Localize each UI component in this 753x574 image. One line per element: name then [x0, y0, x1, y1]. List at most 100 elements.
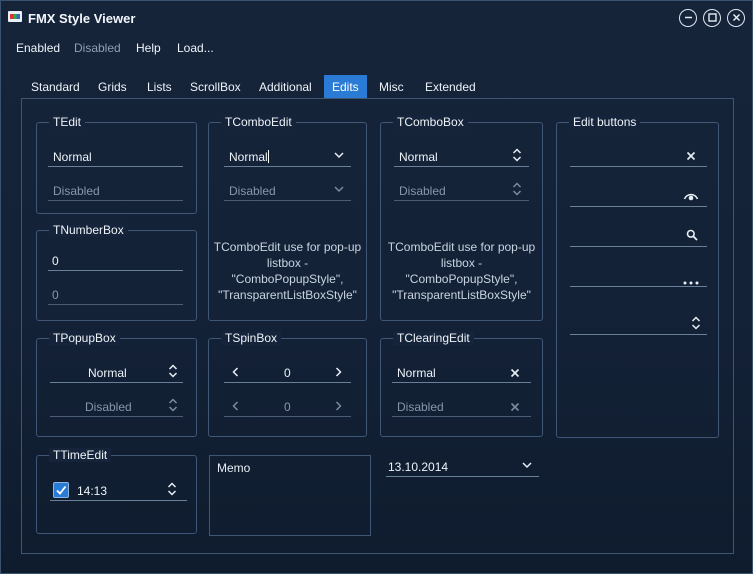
tab-standard[interactable]: Standard — [23, 75, 88, 99]
group-tnumberbox: TNumberBox — [36, 223, 197, 321]
checkmark-icon — [56, 485, 67, 495]
text-cursor — [267, 150, 269, 163]
tpopupbox-normal[interactable]: Normal — [50, 361, 183, 383]
chevron-right-icon[interactable] — [335, 366, 342, 380]
edit-with-clear-button[interactable] — [570, 145, 707, 167]
up-down-icon — [168, 398, 178, 412]
tspinbox-disabled-input: 0 — [224, 395, 351, 417]
tnumberbox-disabled-input: 0 — [48, 283, 183, 305]
note-line: listbox - — [440, 256, 483, 270]
tnumberbox-input[interactable]: 0 — [48, 249, 183, 271]
chevron-down-icon[interactable] — [334, 151, 344, 159]
tcombobox-disabled-select: Disabled — [394, 179, 529, 201]
tcombobox-normal-select[interactable]: Normal — [394, 145, 529, 167]
up-down-icon[interactable] — [691, 316, 701, 330]
tclearingedit-disabled-input: Disabled — [392, 395, 531, 417]
tpopupbox-normal-value: Normal — [88, 366, 127, 380]
tcomboedit-note: TComboEdit use for pop-up listbox - "Com… — [208, 239, 367, 303]
edit-with-spin-button[interactable] — [570, 313, 707, 335]
ttimeedit-checkbox[interactable] — [53, 482, 69, 498]
tnumberbox-value: 0 — [52, 254, 59, 268]
tab-scrollbox[interactable]: ScrollBox — [182, 75, 249, 99]
tclearingedit-normal-value: Normal — [397, 366, 436, 380]
maximize-icon — [707, 13, 717, 22]
minimize-icon — [684, 16, 692, 19]
tspinbox-value: 0 — [284, 366, 291, 380]
chevron-left-icon[interactable] — [232, 366, 239, 380]
group-tspinbox: TSpinBox — [208, 331, 367, 437]
up-down-icon[interactable] — [167, 482, 177, 496]
menu-disabled: Disabled — [74, 41, 121, 55]
search-icon[interactable] — [686, 229, 698, 244]
tspinbox-input[interactable]: 0 — [224, 361, 351, 383]
menu-enabled[interactable]: Enabled — [16, 41, 60, 55]
tcombobox-normal-value: Normal — [399, 150, 438, 164]
menu-help[interactable]: Help — [136, 41, 161, 55]
edit-with-ellipsis-button[interactable] — [570, 265, 707, 287]
chevron-down-icon[interactable] — [522, 461, 532, 469]
tcombobox-disabled-value: Disabled — [399, 184, 446, 198]
tclearingedit-disabled-value: Disabled — [397, 400, 444, 414]
menu-load[interactable]: Load... — [177, 41, 214, 55]
tpopupbox-disabled: Disabled — [50, 395, 183, 417]
ttimeedit-value: 14:13 — [77, 484, 108, 498]
tab-extended[interactable]: Extended — [417, 75, 484, 99]
memo-text: Memo — [217, 461, 251, 475]
tcomboedit-disabled-value: Disabled — [229, 184, 276, 198]
clear-icon[interactable] — [510, 367, 520, 381]
app-icon — [8, 11, 22, 22]
note-line: "TransparentListBoxStyle" — [392, 288, 531, 302]
maximize-button[interactable] — [703, 9, 721, 27]
memo-textarea[interactable]: Memo — [209, 455, 371, 536]
group-title: TEdit — [49, 115, 86, 129]
date-edit[interactable]: 13.10.2014 — [386, 455, 539, 477]
minimize-button[interactable] — [679, 9, 697, 27]
tedit-normal-input[interactable]: Normal — [48, 145, 183, 167]
chevron-left-icon — [232, 400, 239, 414]
tclearingedit-normal-input[interactable]: Normal — [392, 361, 531, 383]
tspinbox-disabled-value: 0 — [284, 400, 291, 414]
clear-icon[interactable] — [686, 150, 696, 164]
eye-icon[interactable] — [683, 190, 699, 204]
tab-additional[interactable]: Additional — [251, 75, 320, 99]
date-edit-value: 13.10.2014 — [388, 460, 449, 474]
app-window: FMX Style Viewer Enabled Disabled Help L… — [0, 0, 753, 574]
group-tclearingedit: TClearingEdit — [380, 331, 543, 437]
tcomboedit-normal-input[interactable]: Normal — [224, 145, 351, 167]
tcomboedit-normal-value: Normal — [229, 150, 268, 164]
tab-grids[interactable]: Grids — [90, 75, 135, 99]
chevron-down-icon — [334, 185, 344, 193]
tcombobox-note: TComboEdit use for pop-up listbox - "Com… — [380, 239, 543, 303]
tedit-disabled-value: Disabled — [53, 184, 100, 198]
tedit-disabled-input: Disabled — [48, 179, 183, 201]
chevron-right-icon — [335, 400, 342, 414]
tab-edits[interactable]: Edits — [324, 75, 367, 99]
clear-icon — [510, 401, 520, 415]
note-line: "ComboPopupStyle", — [231, 272, 344, 286]
ttimeedit-input[interactable]: 14:13 — [50, 479, 187, 501]
group-title: TNumberBox — [49, 223, 128, 237]
up-down-icon — [168, 364, 178, 378]
edit-with-password-button[interactable] — [570, 185, 707, 207]
tedit-normal-value: Normal — [53, 150, 92, 164]
group-title: TClearingEdit — [393, 331, 474, 345]
close-button[interactable] — [727, 9, 745, 27]
group-title: Edit buttons — [569, 115, 641, 129]
group-title: TComboBox — [393, 115, 468, 129]
ellipsis-icon[interactable] — [683, 274, 699, 288]
group-title: TTimeEdit — [49, 448, 112, 462]
note-line: TComboEdit use for pop-up — [213, 240, 362, 254]
group-title: TComboEdit — [221, 115, 296, 129]
note-line: TComboEdit use for pop-up — [387, 240, 536, 254]
note-line: listbox - — [266, 256, 309, 270]
window-title: FMX Style Viewer — [28, 11, 136, 26]
tnumberbox-disabled-value: 0 — [52, 288, 59, 302]
tab-lists[interactable]: Lists — [139, 75, 180, 99]
edit-with-search-button[interactable] — [570, 225, 707, 247]
group-title: TSpinBox — [221, 331, 282, 345]
close-icon — [732, 13, 740, 22]
tab-misc[interactable]: Misc — [371, 75, 412, 99]
note-line: "TransparentListBoxStyle" — [218, 288, 357, 302]
tpopupbox-disabled-value: Disabled — [85, 400, 132, 414]
note-line: "ComboPopupStyle", — [405, 272, 518, 286]
